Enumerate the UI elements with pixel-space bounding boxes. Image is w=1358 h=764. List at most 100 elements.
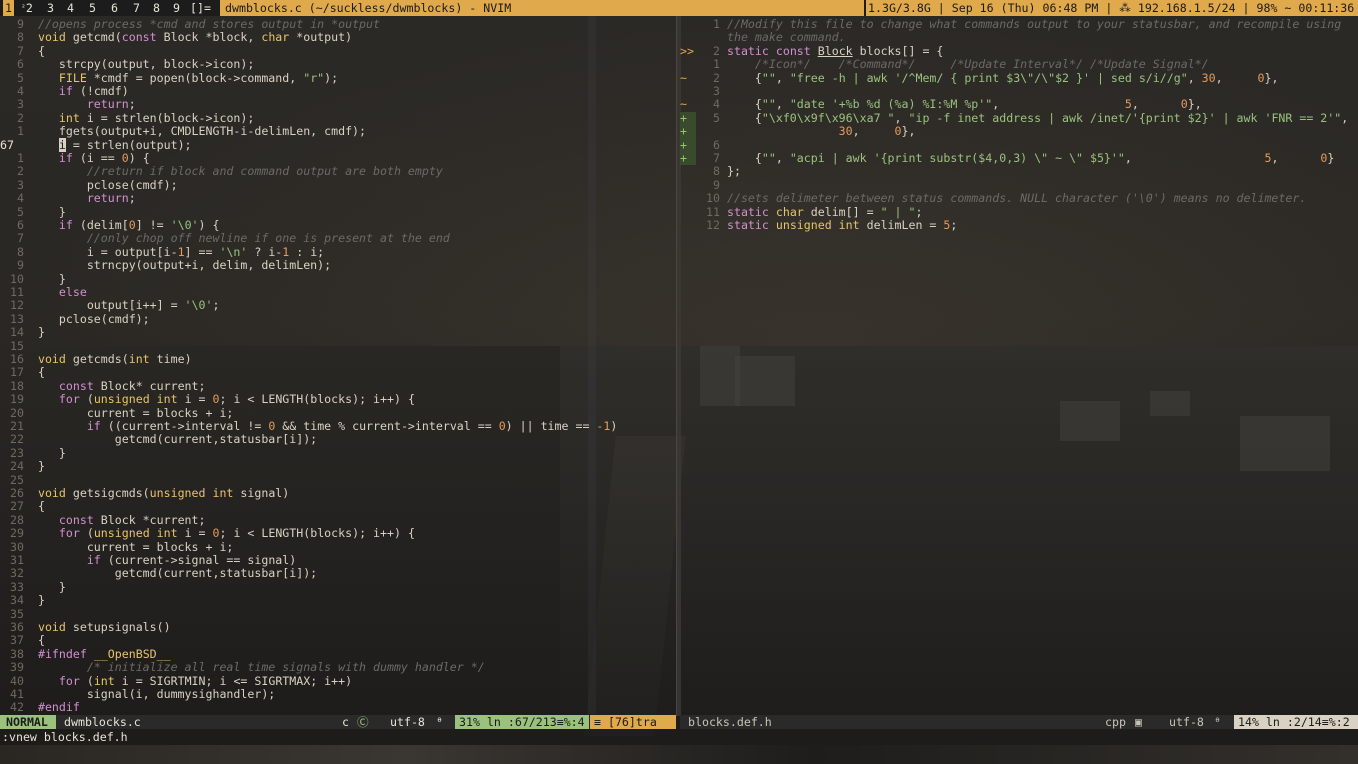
code-line[interactable]: 15 xyxy=(0,339,38,353)
code-line[interactable]: 34 } xyxy=(0,593,45,607)
code-line[interactable]: 25 xyxy=(0,473,38,487)
workspace-tag-4[interactable]: 4 xyxy=(65,0,76,16)
code-line[interactable]: 2 int i = strlen(block->icon); xyxy=(0,111,254,125)
line-number: 1 xyxy=(17,124,24,139)
code-line[interactable]: 7 { xyxy=(0,44,45,58)
code-line[interactable]: 67 i = strlen(output); xyxy=(0,137,192,152)
code-text: {"", "free -h | awk '/^Mem/ { print $3\"… xyxy=(720,70,1279,85)
workspace-tag-1[interactable]: 1 xyxy=(3,0,14,16)
line-number: 21 xyxy=(10,419,24,433)
code-line[interactable]: 8 }; xyxy=(680,164,741,178)
code-line[interactable]: 26 void getsigcmds(unsigned int signal) xyxy=(0,486,289,500)
code-line[interactable]: 2 //return if block and command output a… xyxy=(0,164,443,179)
code-line[interactable]: 12 output[i++] = '\0'; xyxy=(0,298,219,312)
code-line[interactable]: 23 } xyxy=(0,446,66,460)
code-line[interactable]: 11 else xyxy=(0,285,87,299)
code-line[interactable]: 33 } xyxy=(0,580,66,594)
right-filetype: cpp xyxy=(1105,715,1126,729)
code-line[interactable]: 4 return; xyxy=(0,191,136,205)
code-line[interactable]: 3 return; xyxy=(0,97,136,111)
code-line[interactable]: 27 { xyxy=(0,499,45,513)
code-line[interactable]: the make command. xyxy=(680,31,846,44)
code-line[interactable]: 12 static unsigned int delimLen = 5; xyxy=(680,218,957,232)
workspace-tag-8[interactable]: 8 xyxy=(151,0,162,16)
code-line[interactable]: 38 #ifndef __OpenBSD__ xyxy=(0,646,171,661)
code-line[interactable]: +5 {"\xf0\x9f\x96\xa7 ", "ip -f inet add… xyxy=(680,111,1348,126)
workspace-tag-2[interactable]: ²2 xyxy=(19,0,35,16)
left-editor-pane[interactable]: 9 //opens process *cmd and stores output… xyxy=(0,16,676,714)
code-text: {"", "acpi | awk '{print substr($4,0,3) … xyxy=(720,151,1335,165)
code-line[interactable]: 17 { xyxy=(0,365,45,380)
code-line[interactable]: 20 current = blocks + i; xyxy=(0,405,233,420)
line-number: 17 xyxy=(10,365,24,380)
code-line[interactable]: 5 } xyxy=(0,205,66,219)
right-editor-pane[interactable]: 1 //Modify this file to change what comm… xyxy=(680,16,1358,714)
code-line[interactable]: 28 const Block *current; xyxy=(0,513,205,527)
code-line[interactable]: 9 strncpy(output+i, delim, delimLen); xyxy=(0,258,331,273)
code-line[interactable]: 3 pclose(cmdf); xyxy=(0,178,178,192)
code-line[interactable]: 21 if ((current->interval != 0 && time %… xyxy=(0,419,617,433)
code-line[interactable]: ~2 {"", "free -h | awk '/^Mem/ { print $… xyxy=(680,70,1279,85)
git-sign: + xyxy=(680,138,696,152)
line-number: 2 xyxy=(17,164,24,179)
git-sign: >> xyxy=(680,43,694,58)
workspace-tag-label: 4 xyxy=(67,1,74,15)
code-line[interactable]: 35 xyxy=(0,607,38,621)
code-line[interactable]: + 30, 0}, xyxy=(680,124,915,139)
workspace-tag-5[interactable]: 5 xyxy=(87,0,98,16)
code-line[interactable]: 29 for (unsigned int i = 0; i < LENGTH(b… xyxy=(0,526,415,540)
workspace-tag-label: 7 xyxy=(133,1,140,15)
code-line[interactable]: +7 {"", "acpi | awk '{print substr($4,0,… xyxy=(680,151,1335,166)
code-line[interactable]: ~4 {"", "date '+%b %d (%a) %I:%M %p'", 5… xyxy=(680,97,1202,111)
code-line[interactable]: 19 for (unsigned int i = 0; i < LENGTH(b… xyxy=(0,392,415,406)
code-line[interactable]: 4 if (!cmdf) xyxy=(0,84,129,98)
code-line[interactable]: 8 i = output[i-1] == '\n' ? i-1 : i; xyxy=(0,245,324,259)
line-number: 38 xyxy=(10,646,24,661)
code-line[interactable]: 6 strcpy(output, block->icon); xyxy=(0,57,254,71)
workspace-tag-7[interactable]: 7 xyxy=(131,0,142,16)
command-line[interactable]: :vnew blocks.def.h xyxy=(0,729,1358,745)
code-line[interactable]: 22 getcmd(current,statusbar[i]); xyxy=(0,432,317,446)
code-line[interactable]: 6 if (delim[0] != '\0') { xyxy=(0,218,219,232)
code-line[interactable]: >> 2 static const Block blocks[] = { xyxy=(680,43,943,58)
code-line[interactable]: 16 void getcmds(int time) xyxy=(0,352,192,366)
code-line[interactable]: 1 /*Icon*/ /*Command*/ /*Update Interval… xyxy=(680,57,1209,71)
code-line[interactable]: 37 { xyxy=(0,633,45,647)
code-line[interactable]: 3 xyxy=(680,84,727,98)
code-line[interactable]: 7 //only chop off newline if one is pres… xyxy=(0,231,450,245)
code-line[interactable]: 11 static char delim[] = " | "; xyxy=(680,205,922,219)
code-line[interactable]: 14 } xyxy=(0,325,45,339)
code-line[interactable]: 40 for (int i = SIGRTMIN; i <= SIGRTMAX;… xyxy=(0,674,352,688)
code-line[interactable]: 42 #endif xyxy=(0,700,80,714)
code-line[interactable]: 5 FILE *cmdf = popen(block->command, "r"… xyxy=(0,70,339,85)
code-line[interactable]: 36 void setupsignals() xyxy=(0,620,171,634)
code-line[interactable]: 1 //Modify this file to change what comm… xyxy=(680,17,1341,31)
code-line[interactable]: 10 } xyxy=(0,272,66,286)
code-line[interactable]: 18 const Block* current; xyxy=(0,379,205,393)
workspace-tag-label: 9 xyxy=(173,1,180,15)
code-line[interactable]: 9 xyxy=(680,178,727,192)
workspace-tag-9[interactable]: 9 xyxy=(171,0,182,16)
code-line[interactable]: 32 getcmd(current,statusbar[i]); xyxy=(0,566,317,580)
workspace-tag-3[interactable]: 3 xyxy=(45,0,56,16)
status-text: 1.3G/3.8G | Sep 16 (Thu) 06:48 PM | ⁂ 19… xyxy=(866,0,1358,16)
line-number: 9 xyxy=(17,258,24,273)
code-text: FILE *cmdf = popen(block->command, "r"); xyxy=(58,70,339,85)
code-line[interactable]: 24 } xyxy=(0,459,45,473)
code-line[interactable]: 1 fgets(output+i, CMDLENGTH-i-delimLen, … xyxy=(0,124,366,139)
code-line[interactable]: 30 current = blocks + i; xyxy=(0,540,233,554)
line-number: 20 xyxy=(10,405,24,420)
code-line[interactable]: 13 pclose(cmdf); xyxy=(0,312,150,326)
code-line[interactable]: 31 if (current->signal == signal) xyxy=(0,553,296,567)
code-line[interactable]: 41 signal(i, dummysighandler); xyxy=(0,687,275,701)
layout-indicator[interactable]: []= xyxy=(190,0,211,16)
code-line[interactable]: 8 void getcmd(const Block *block, char *… xyxy=(0,30,352,44)
workspace-tag-6[interactable]: 6 xyxy=(109,0,120,16)
code-line[interactable]: 39 /* initialize all real time signals w… xyxy=(0,660,485,674)
dwm-top-bar: 1 ²2 3 4 5 6 7 8 9 []= dwmblocks.c (~/suckless/dw… xyxy=(0,0,1358,16)
code-line[interactable]: +6 xyxy=(680,138,727,152)
code-line[interactable]: 1 if (i == 0) { xyxy=(0,151,150,165)
code-line[interactable]: 9 //opens process *cmd and stores output… xyxy=(0,17,380,31)
code-line[interactable]: 10 //sets delimeter between status comma… xyxy=(680,191,1306,205)
